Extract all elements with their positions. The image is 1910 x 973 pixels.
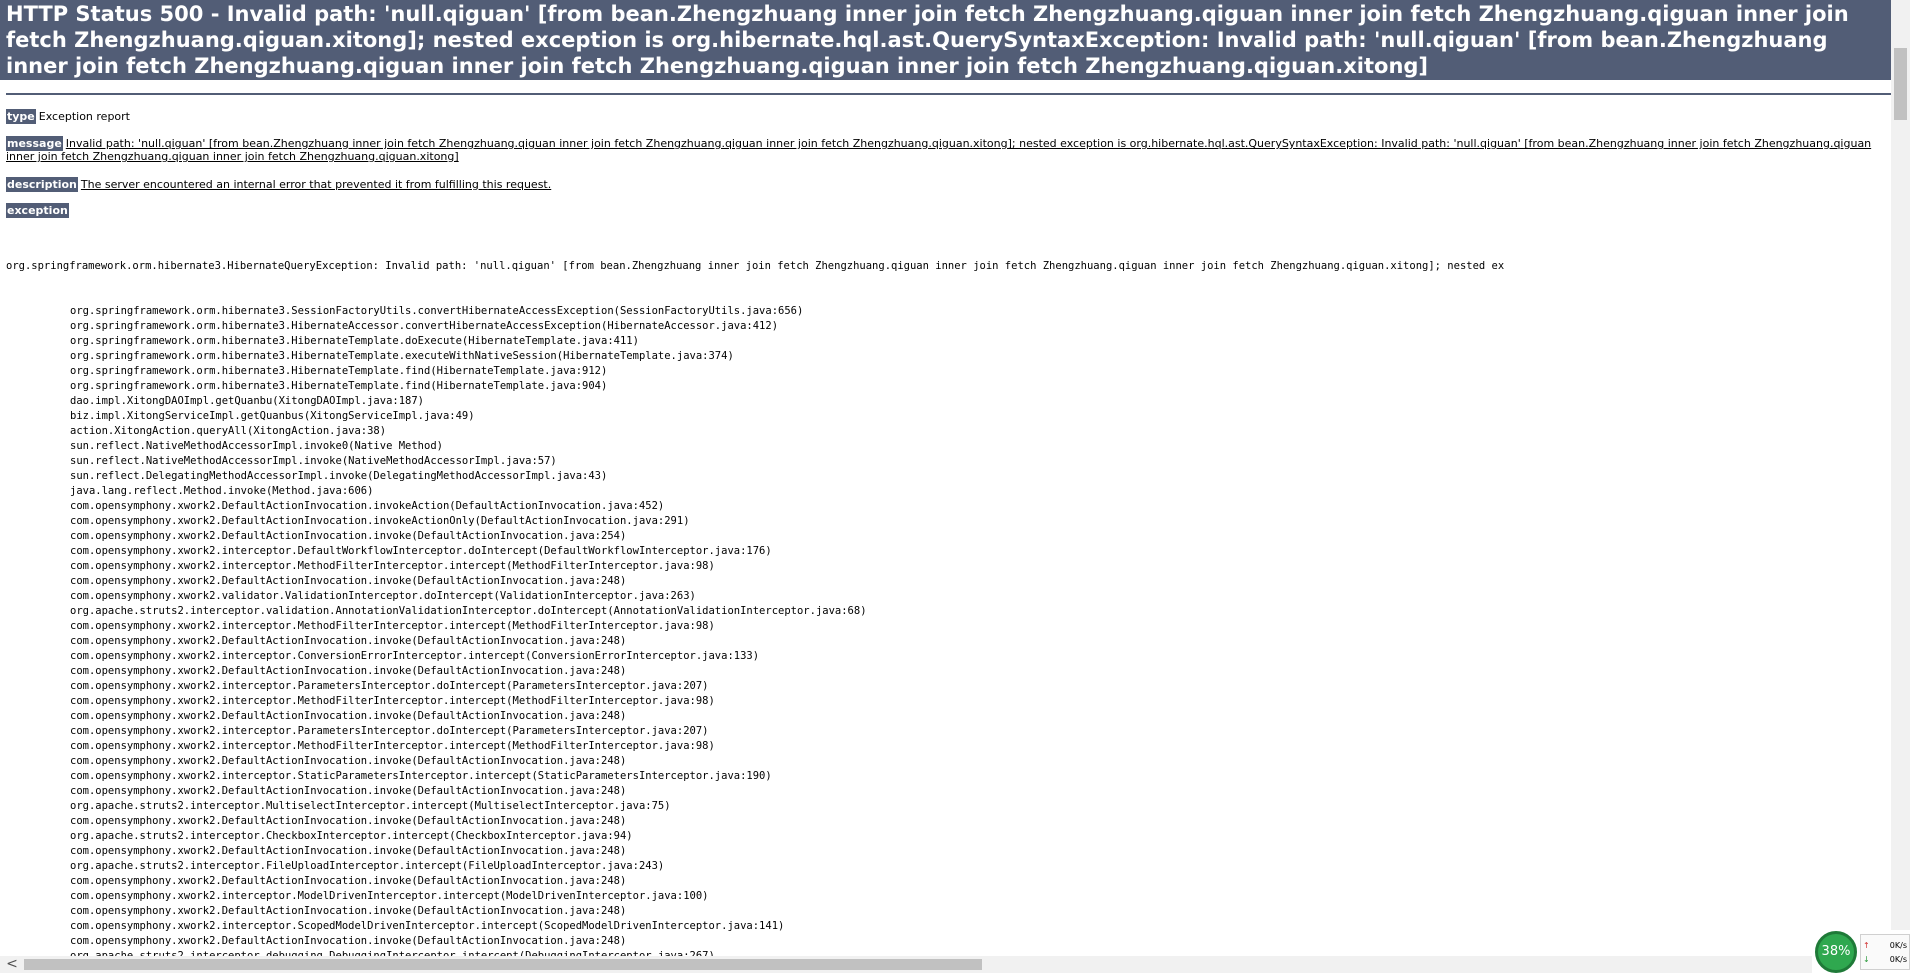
stack-trace-frame: com.opensymphony.xwork2.interceptor.Defa… — [70, 545, 772, 557]
type-value: Exception report — [38, 110, 130, 123]
stack-trace-frame: sun.reflect.NativeMethodAccessorImpl.inv… — [70, 455, 557, 467]
stack-trace-frame: java.lang.reflect.Method.invoke(Method.j… — [70, 485, 374, 497]
stack-trace-frame: action.XitongAction.queryAll(XitongActio… — [70, 425, 387, 437]
stack-trace-frame: com.opensymphony.xwork2.DefaultActionInv… — [70, 515, 690, 527]
horizontal-scrollbar[interactable]: < — [0, 956, 1891, 973]
stack-trace-frame: com.opensymphony.xwork2.interceptor.Conv… — [70, 650, 760, 662]
message-value: Invalid path: 'null.qiguan' [from bean.Z… — [6, 137, 1872, 163]
speed-panel: ↑ 0K/s ↓ 0K/s — [1860, 934, 1910, 970]
stack-trace-frame: com.opensymphony.xwork2.interceptor.Scop… — [70, 920, 785, 932]
stack-trace-frame: com.opensymphony.xwork2.DefaultActionInv… — [70, 665, 627, 677]
description-value: The server encountered an internal error… — [80, 178, 552, 191]
stack-trace-frame: com.opensymphony.xwork2.DefaultActionInv… — [70, 935, 627, 947]
message-row: message Invalid path: 'null.qiguan' [from… — [6, 136, 1886, 163]
type-row: type Exception report — [6, 109, 130, 124]
stack-trace-frame: com.opensymphony.xwork2.interceptor.Meth… — [70, 620, 715, 632]
exception-row: exception — [6, 203, 72, 218]
stack-trace-frame: com.opensymphony.xwork2.interceptor.Para… — [70, 680, 709, 692]
stack-trace-frame: org.apache.struts2.interceptor.debugging… — [70, 950, 715, 956]
stack-trace-frame: org.apache.struts2.interceptor.FileUploa… — [70, 860, 665, 872]
stack-trace-frame: com.opensymphony.xwork2.DefaultActionInv… — [70, 815, 627, 827]
stack-trace-frame: com.opensymphony.xwork2.DefaultActionInv… — [70, 710, 627, 722]
stack-trace-frame: com.opensymphony.xwork2.interceptor.Stat… — [70, 770, 772, 782]
stack-trace-frame: com.opensymphony.xwork2.DefaultActionInv… — [70, 845, 627, 857]
speed-percent-badge[interactable]: 38% — [1815, 931, 1857, 973]
exception-label: exception — [6, 203, 69, 218]
scroll-left-arrow-icon[interactable]: < — [4, 956, 20, 973]
upload-arrow-icon: ↑ — [1863, 941, 1870, 950]
stack-trace-frame: biz.impl.XitongServiceImpl.getQuanbus(Xi… — [70, 410, 475, 422]
horizontal-scrollbar-thumb[interactable] — [24, 959, 982, 970]
stack-trace: org.springframework.orm.hibernate3.Hiber… — [6, 229, 1891, 956]
vertical-scrollbar-thumb[interactable] — [1894, 48, 1907, 120]
stack-trace-frame: dao.impl.XitongDAOImpl.getQuanbu(XitongD… — [70, 395, 425, 407]
network-speed-widget[interactable]: 38% ↑ 0K/s ↓ 0K/s — [1812, 930, 1910, 973]
stack-trace-frame: sun.reflect.DelegatingMethodAccessorImpl… — [70, 470, 608, 482]
stack-trace-frame: org.apache.struts2.interceptor.validatio… — [70, 605, 867, 617]
stack-trace-frame: com.opensymphony.xwork2.DefaultActionInv… — [70, 785, 627, 797]
download-arrow-icon: ↓ — [1863, 955, 1870, 964]
type-label: type — [6, 109, 36, 124]
stack-trace-frame: com.opensymphony.xwork2.interceptor.Meth… — [70, 740, 715, 752]
stack-trace-frame: org.springframework.orm.hibernate3.Hiber… — [70, 320, 779, 332]
stack-trace-frame: sun.reflect.NativeMethodAccessorImpl.inv… — [70, 440, 443, 452]
stack-trace-frame: org.apache.struts2.interceptor.CheckboxI… — [70, 830, 633, 842]
stack-trace-frame: com.opensymphony.xwork2.DefaultActionInv… — [70, 500, 665, 512]
stack-trace-frame: org.springframework.orm.hibernate3.Hiber… — [70, 335, 639, 347]
stack-trace-frame: com.opensymphony.xwork2.validator.Valida… — [70, 590, 696, 602]
divider — [6, 93, 1891, 95]
stack-trace-frame: com.opensymphony.xwork2.DefaultActionInv… — [70, 575, 627, 587]
vertical-scrollbar[interactable] — [1891, 0, 1910, 956]
download-speed: ↓ 0K/s — [1863, 955, 1909, 965]
stack-trace-frame: com.opensymphony.xwork2.DefaultActionInv… — [70, 635, 627, 647]
upload-speed-value: 0K/s — [1889, 941, 1907, 950]
stack-trace-frame: org.springframework.orm.hibernate3.Hiber… — [70, 350, 734, 362]
page-title: HTTP Status 500 - Invalid path: 'null.qi… — [0, 0, 1891, 80]
stack-trace-frame: org.springframework.orm.hibernate3.Hiber… — [70, 365, 608, 377]
stack-trace-frame: com.opensymphony.xwork2.interceptor.Para… — [70, 725, 709, 737]
stack-trace-frame: com.opensymphony.xwork2.DefaultActionInv… — [70, 755, 627, 767]
stack-trace-frame: com.opensymphony.xwork2.interceptor.Meth… — [70, 560, 715, 572]
stack-trace-frame: com.opensymphony.xwork2.interceptor.Mode… — [70, 890, 709, 902]
download-speed-value: 0K/s — [1889, 955, 1907, 964]
stack-trace-frame: com.opensymphony.xwork2.interceptor.Meth… — [70, 695, 715, 707]
error-page: HTTP Status 500 - Invalid path: 'null.qi… — [0, 0, 1891, 956]
stack-trace-first-line: org.springframework.orm.hibernate3.Hiber… — [6, 260, 1505, 272]
stack-trace-frame: org.springframework.orm.hibernate3.Sessi… — [70, 305, 804, 317]
stack-trace-frame: org.apache.struts2.interceptor.Multisele… — [70, 800, 671, 812]
stack-trace-frame: org.springframework.orm.hibernate3.Hiber… — [70, 380, 608, 392]
stack-trace-frame: com.opensymphony.xwork2.DefaultActionInv… — [70, 530, 627, 542]
message-label: message — [6, 136, 63, 151]
stack-trace-frame: com.opensymphony.xwork2.DefaultActionInv… — [70, 905, 627, 917]
upload-speed: ↑ 0K/s — [1863, 941, 1909, 951]
description-row: description The server encountered an int… — [6, 177, 552, 192]
description-label: description — [6, 177, 78, 192]
stack-trace-frame: com.opensymphony.xwork2.DefaultActionInv… — [70, 875, 627, 887]
